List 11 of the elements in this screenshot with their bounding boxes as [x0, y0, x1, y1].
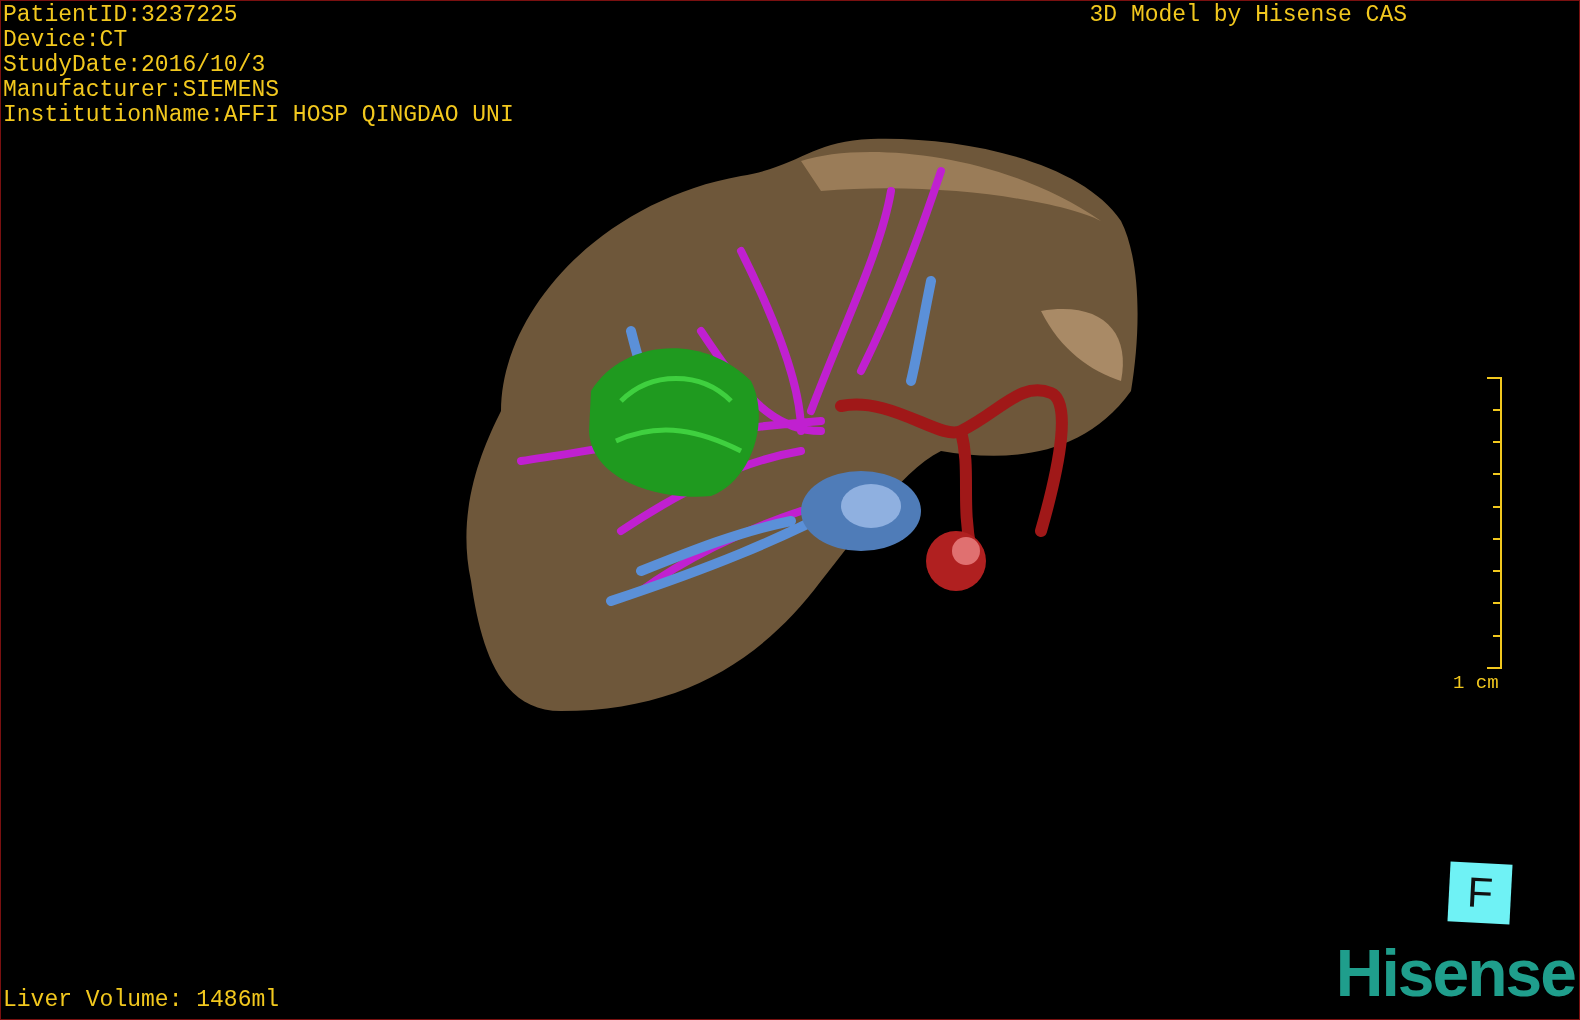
model-credit-text: 3D Model by Hisense CAS — [1089, 3, 1407, 28]
patient-info-text: Device:CT — [3, 28, 129, 53]
patient-info-text: InstitutionName:AFFI HOSP QINGDAO UNI — [3, 103, 514, 128]
logo-text: Hisense — [1335, 937, 1575, 1009]
patient-info-text: StudyDate:2016/10/3 — [3, 53, 267, 78]
scale-label: 1 cm — [1453, 671, 1499, 696]
patient-info-text: Manufacturer:SIEMENS — [3, 78, 281, 103]
liver-volume-text: Liver Volume: 1486ml — [3, 988, 280, 1013]
scale-bar-icon — [1486, 377, 1502, 671]
orientation-cube[interactable]: F — [1447, 861, 1513, 925]
patient-info-text: PatientID:3237225 — [3, 3, 239, 28]
